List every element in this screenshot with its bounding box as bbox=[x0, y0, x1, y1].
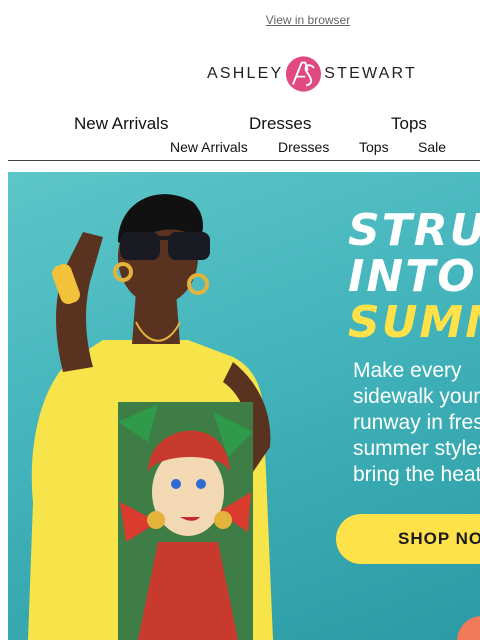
hero-banner[interactable]: STRUT INTO SUMMER Make every sidewalk yo… bbox=[8, 172, 480, 640]
hero-body-line: bring the heat bbox=[353, 463, 480, 486]
hero-body-text: Make every sidewalk your runway in fresh… bbox=[353, 358, 480, 488]
nav-primary-tops[interactable]: Tops bbox=[391, 114, 427, 134]
hero-headline-line-1: STRUT bbox=[348, 205, 480, 256]
hero-headline-line-2: INTO bbox=[348, 251, 477, 302]
decorative-circle bbox=[457, 616, 480, 640]
hero-model-image bbox=[28, 194, 273, 640]
header-divider bbox=[8, 160, 480, 161]
brand-name-left: ASHLEY bbox=[207, 65, 284, 82]
shop-now-button[interactable]: SHOP NOW bbox=[336, 514, 480, 564]
hero-headline-line-3: SUMMER bbox=[348, 297, 480, 348]
hero-body-line: Make every bbox=[353, 359, 462, 382]
secondary-nav: New Arrivals Dresses Tops Sale bbox=[0, 139, 480, 157]
hero-body-line: summer styles bbox=[353, 437, 480, 460]
nav-secondary-sale[interactable]: Sale bbox=[418, 139, 446, 155]
nav-primary-dresses[interactable]: Dresses bbox=[249, 114, 311, 134]
nav-secondary-tops[interactable]: Tops bbox=[359, 139, 389, 155]
brand-logo[interactable]: ASHLEY STEWART bbox=[207, 52, 417, 96]
hero-body-line: runway in fresh bbox=[353, 411, 480, 434]
nav-primary-new-arrivals[interactable]: New Arrivals bbox=[74, 114, 168, 134]
nav-secondary-new-arrivals[interactable]: New Arrivals bbox=[170, 139, 248, 155]
brand-monogram-icon bbox=[286, 56, 322, 92]
nav-secondary-dresses[interactable]: Dresses bbox=[278, 139, 329, 155]
brand-name-right: STEWART bbox=[324, 65, 417, 82]
hero-body-line: sidewalk your bbox=[353, 385, 480, 408]
primary-nav: New Arrivals Dresses Tops bbox=[0, 114, 480, 136]
view-in-browser-link[interactable]: View in browser bbox=[0, 13, 480, 27]
